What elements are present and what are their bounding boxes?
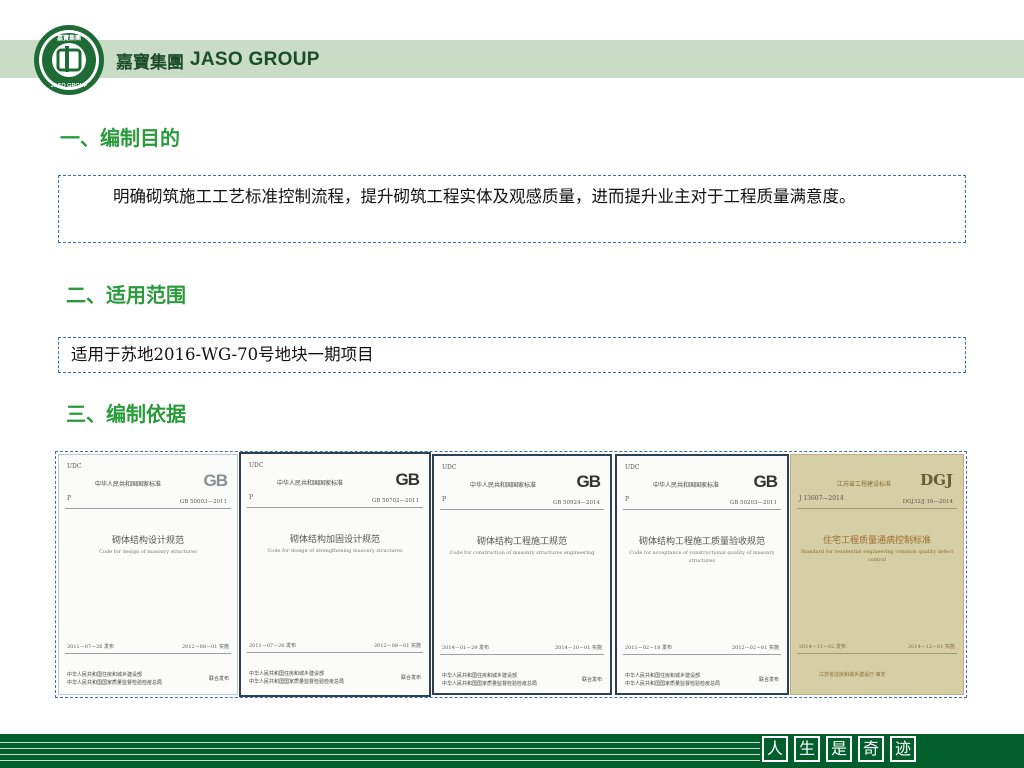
purpose-text: 明确砌筑施工工艺标准控制流程，提升砌筑工程实体及观感质量，进而提升业主对于工程质… <box>113 187 856 206</box>
scope-box: 适用于苏地2016-WG-70号地块一期项目 <box>58 337 966 373</box>
standard-cover-dgj32: 江苏省工程建设标准 DGJ J 13607—2014 DGJ32/J 16—20… <box>790 454 964 695</box>
cover-udc: UDC <box>625 464 640 471</box>
scope-text: 适用于苏地2016-WG-70号地块一期项目 <box>71 345 374 364</box>
section-title-basis: 三、编制依据 <box>66 402 186 426</box>
cover-issuer: 中华人民共和国国家标准 <box>95 481 162 488</box>
cover-title: 砌体结构工程施工规范 <box>476 537 567 547</box>
cover-issuer: 中华人民共和国国家标准 <box>277 480 344 487</box>
brand-name: 嘉寶集團 JASO GROUP <box>116 48 320 73</box>
standard-cover-gb50203: UDC 中华人民共和国国家标准 GB P GB 50203—2011 砌体结构工… <box>615 454 789 695</box>
cover-title: 砌体结构工程施工质量验收规范 <box>638 537 765 547</box>
jaso-logo: 嘉寶集團 JASO GROUP <box>34 25 104 95</box>
cover-code: GB 50003—2011 <box>179 499 227 505</box>
cover-code: GB 50924—2014 <box>552 500 600 506</box>
logo-text-bottom: JASO GROUP <box>51 83 88 89</box>
slogan-char: 奇 <box>858 736 884 762</box>
footer-stripes <box>0 740 760 766</box>
section-title-purpose: 一、编制目的 <box>60 126 180 150</box>
brand-name-cn: 嘉寶集團 <box>116 52 184 73</box>
gb-mark-icon: GB <box>395 470 420 489</box>
cover-code: DGJ32/J 16—2014 <box>902 499 953 505</box>
cover-dates: 2014－01－29 发布 2014－10－01 实施 <box>442 645 602 651</box>
cover-udc: UDC <box>67 463 82 470</box>
cover-publisher: 中华人民共和国住房和城乡建设部 中华人民共和国国家质量监督检验检疫总局 <box>67 672 163 686</box>
standards-image-strip: UDC 中华人民共和国国家标准 GB P GB 50003—2011 砌体结构设… <box>55 451 967 698</box>
gb-mark-icon: GB <box>576 472 601 491</box>
cover-joint: 联合发布 <box>758 677 779 683</box>
cover-p: P <box>67 495 72 502</box>
cover-joint: 联合发布 <box>581 677 602 683</box>
cover-udc: UDC <box>442 464 457 471</box>
cover-joint: 联合发布 <box>208 676 229 682</box>
cover-p: P <box>625 496 630 503</box>
cover-subtitle: Standard for residential engineering com… <box>800 549 954 563</box>
cover-subtitle: Code for acceptance of constructional qu… <box>629 550 775 564</box>
cover-publisher: 中华人民共和国住房和城乡建设部 中华人民共和国国家质量监督检验检疫总局 <box>625 673 721 687</box>
standard-cover-gb50003: UDC 中华人民共和国国家标准 GB P GB 50003—2011 砌体结构设… <box>58 454 238 695</box>
cover-udc: UDC <box>249 462 264 469</box>
slogan-char: 是 <box>826 736 852 762</box>
footer-slogan: 人 生 是 奇 迹 <box>762 736 916 762</box>
cover-issuer: 中华人民共和国国家标准 <box>653 482 720 489</box>
gb-mark-icon: GB <box>203 471 228 490</box>
cover-title: 砌体结构加固设计规范 <box>289 535 380 545</box>
cover-subtitle: Code for design of masonry structures <box>99 549 197 555</box>
cover-code: GB 50203—2011 <box>729 500 777 506</box>
cover-publisher: 中华人民共和国住房和城乡建设部 中华人民共和国国家质量监督检验检疫总局 <box>442 673 538 687</box>
standard-cover-gb50924: UDC 中华人民共和国国家标准 GB P GB 50924—2014 砌体结构工… <box>432 454 612 695</box>
cover-dates: 2014－11－02 发布 2014－12－01 实施 <box>799 644 955 650</box>
cover-title: 住宅工程质量通病控制标准 <box>822 536 931 546</box>
cover-title: 砌体结构设计规范 <box>111 536 184 546</box>
standard-cover-gb50702: UDC 中华人民共和国国家标准 GB P GB 50702—2011 砌体结构加… <box>239 452 431 697</box>
cover-subtitle: Code for design of strengthening masonry… <box>267 548 403 554</box>
cover-dates: 2011－02－18 发布 2012－02－01 实施 <box>625 645 779 651</box>
section-title-scope: 二、适用范围 <box>66 283 186 307</box>
dgj-mark-icon: DGJ <box>920 471 953 489</box>
cover-subtitle: Code for construction of masonry structu… <box>449 550 595 556</box>
cover-publisher: 江苏省住房和城乡建设厅 审定 <box>819 672 886 678</box>
logo-text-top: 嘉寶集團 <box>56 34 81 42</box>
cover-publisher: 中华人民共和国住房和城乡建设部 中华人民共和国国家质量监督检验检疫总局 <box>249 671 345 685</box>
cover-p: P <box>249 494 254 501</box>
brand-name-en: JASO GROUP <box>190 49 320 70</box>
cover-dates: 2011－07－26 发布 2012－08－01 实施 <box>249 643 421 649</box>
slogan-char: 人 <box>762 736 788 762</box>
slogan-char: 生 <box>794 736 820 762</box>
cover-code: GB 50702—2011 <box>371 498 419 504</box>
cover-p: J 13607—2014 <box>799 495 844 502</box>
gb-mark-icon: GB <box>753 472 778 491</box>
slogan-char: 迹 <box>890 736 916 762</box>
cover-issuer: 江苏省工程建设标准 <box>837 481 892 488</box>
cover-issuer: 中华人民共和国国家标准 <box>470 482 537 489</box>
purpose-box: 明确砌筑施工工艺标准控制流程，提升砌筑工程实体及观感质量，进而提升业主对于工程质… <box>58 175 966 243</box>
cover-p: P <box>442 496 447 503</box>
cover-dates: 2011－07－26 发布 2012－08－01 实施 <box>67 644 229 650</box>
cover-joint: 联合发布 <box>400 675 421 681</box>
